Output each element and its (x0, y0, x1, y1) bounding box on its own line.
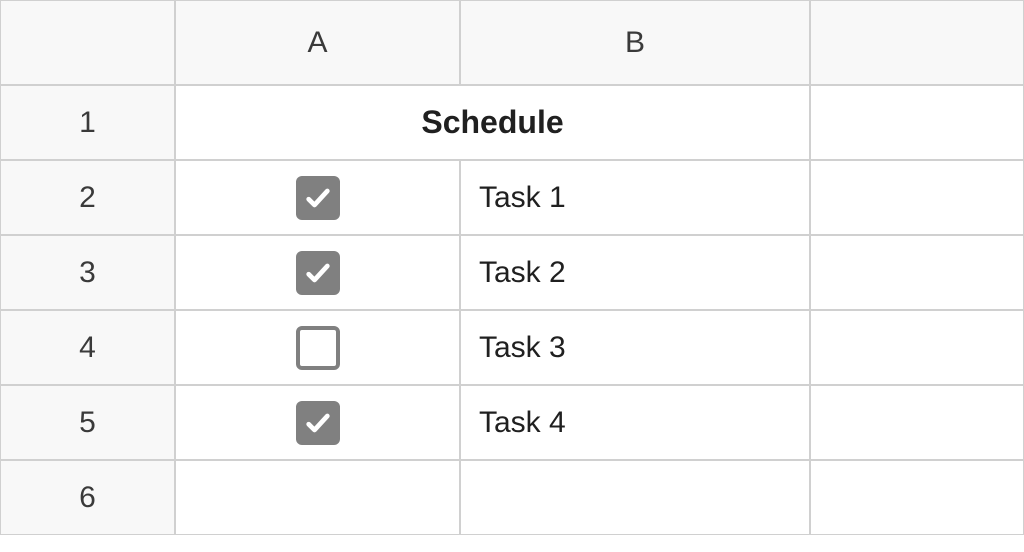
checkmark-icon (304, 184, 332, 212)
cell-b4[interactable]: Task 3 (460, 310, 810, 385)
column-header-a[interactable]: A (175, 0, 460, 85)
row-header-4[interactable]: 4 (0, 310, 175, 385)
title-cell[interactable]: Schedule (175, 85, 810, 160)
column-header-b[interactable]: B (460, 0, 810, 85)
cell-a3[interactable] (175, 235, 460, 310)
column-header-c[interactable] (810, 0, 1024, 85)
cell-a5[interactable] (175, 385, 460, 460)
cell-c5[interactable] (810, 385, 1024, 460)
cell-a2[interactable] (175, 160, 460, 235)
cell-c1[interactable] (810, 85, 1024, 160)
cell-b2[interactable]: Task 1 (460, 160, 810, 235)
row-header-6[interactable]: 6 (0, 460, 175, 535)
checkbox-task-2[interactable] (296, 251, 340, 295)
spreadsheet-grid: A B 1 Schedule 2 Task 1 3 Task 2 4 Task … (0, 0, 1024, 535)
checkbox-task-3[interactable] (296, 326, 340, 370)
checkbox-task-1[interactable] (296, 176, 340, 220)
checkbox-task-4[interactable] (296, 401, 340, 445)
row-header-3[interactable]: 3 (0, 235, 175, 310)
cell-b5[interactable]: Task 4 (460, 385, 810, 460)
cell-c2[interactable] (810, 160, 1024, 235)
cell-b6[interactable] (460, 460, 810, 535)
row-header-2[interactable]: 2 (0, 160, 175, 235)
cell-b3[interactable]: Task 2 (460, 235, 810, 310)
checkmark-icon (304, 259, 332, 287)
cell-a6[interactable] (175, 460, 460, 535)
cell-c3[interactable] (810, 235, 1024, 310)
cell-a4[interactable] (175, 310, 460, 385)
checkmark-icon (304, 409, 332, 437)
row-header-5[interactable]: 5 (0, 385, 175, 460)
cell-c4[interactable] (810, 310, 1024, 385)
corner-cell[interactable] (0, 0, 175, 85)
cell-c6[interactable] (810, 460, 1024, 535)
row-header-1[interactable]: 1 (0, 85, 175, 160)
